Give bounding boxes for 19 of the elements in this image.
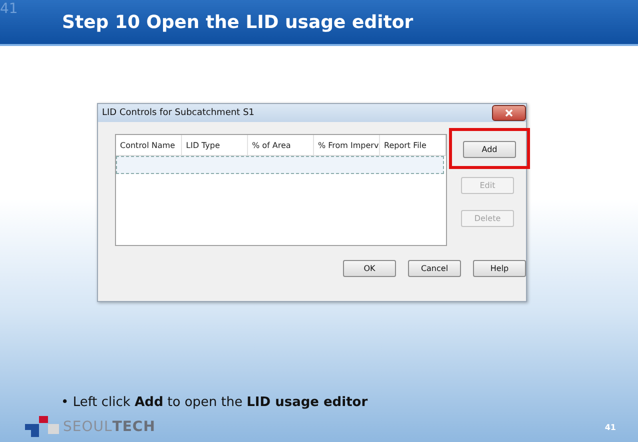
logo-icon bbox=[25, 416, 59, 438]
column-header[interactable]: Report File bbox=[380, 135, 446, 155]
dialog-button[interactable]: Cancel bbox=[408, 260, 461, 277]
column-header[interactable]: LID Type bbox=[182, 135, 248, 155]
dialog-button[interactable]: OK bbox=[343, 260, 396, 277]
close-icon bbox=[505, 109, 513, 117]
bullet-text: • Left click Add to open the LID usage editor bbox=[61, 395, 369, 410]
dialog-title: LID Controls for Subcatchment S1 bbox=[102, 108, 254, 118]
slide-title: Step 10 Open the LID usage editor bbox=[62, 12, 414, 33]
close-button[interactable] bbox=[492, 105, 526, 121]
logo-text: SEOULTECH bbox=[63, 419, 156, 435]
slide-number: 41 bbox=[0, 1, 18, 17]
side-button[interactable]: Add bbox=[463, 141, 516, 158]
lid-controls-list[interactable]: Control Name LID Type % of Area % From Imperv Report File bbox=[115, 134, 447, 246]
column-header[interactable]: % From Imperv bbox=[314, 135, 380, 155]
dialog-button[interactable]: Help bbox=[473, 260, 526, 277]
column-header[interactable]: Control Name bbox=[116, 135, 182, 155]
page-number: 41 bbox=[604, 423, 616, 432]
column-header[interactable]: % of Area bbox=[248, 135, 314, 155]
